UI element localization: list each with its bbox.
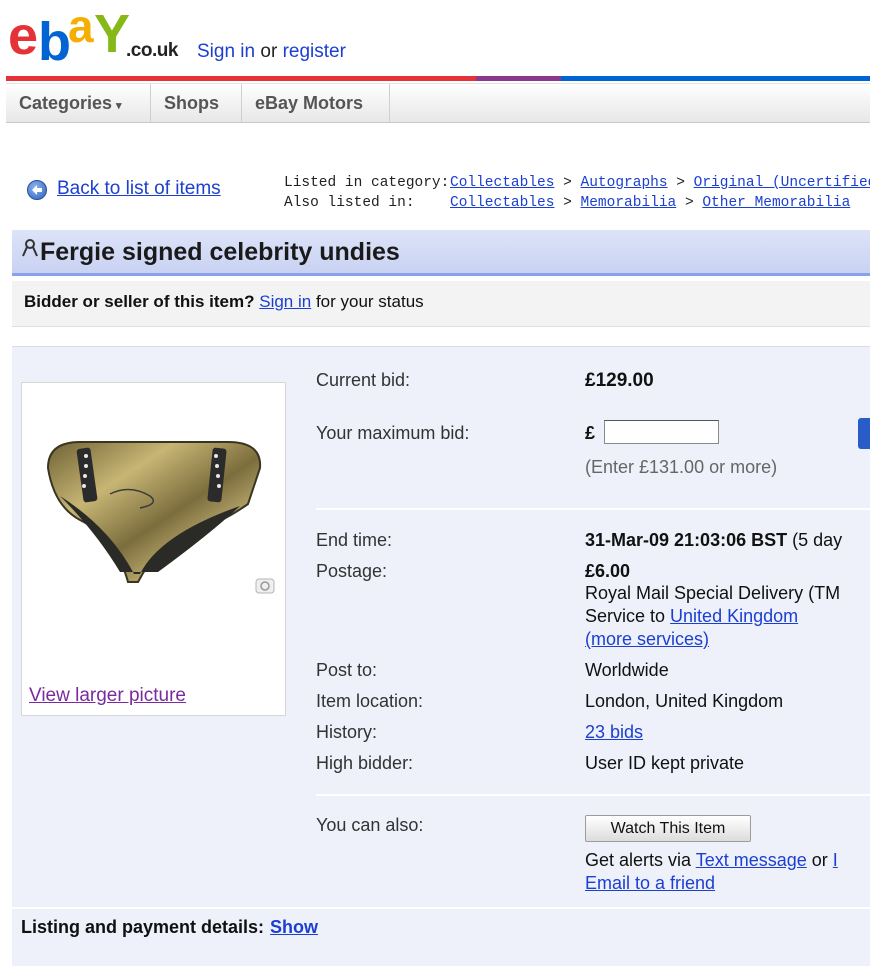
location-label: Item location: (316, 691, 424, 711)
breadcrumb-link[interactable]: Collectables (450, 195, 554, 211)
text-message-link[interactable]: Text message (696, 850, 807, 870)
back-arrow-icon[interactable] (27, 180, 47, 200)
view-larger-picture-link[interactable]: View larger picture (29, 685, 186, 707)
time-remaining: (5 day (792, 530, 843, 550)
svg-text:a: a (68, 4, 94, 52)
register-link[interactable]: register (283, 41, 346, 62)
location-value: London, United Kingdom (585, 691, 784, 711)
nav-bar: Categories ▾ Shops eBay Motors (6, 83, 870, 123)
bidder-question: Bidder or seller of this item? (24, 292, 255, 311)
breadcrumb-link[interactable]: Autographs (581, 175, 668, 191)
ebay-logo[interactable]: e b a Y (8, 4, 130, 66)
listing-payment-details: Listing and payment details: Show (21, 917, 318, 938)
ribbon-icon (21, 238, 39, 263)
alerts-prefix: Get alerts via (585, 850, 696, 870)
listing-details-label: Listing and payment details: (21, 917, 265, 937)
brand-stripe (6, 76, 870, 81)
svg-text:Y: Y (94, 4, 130, 64)
breadcrumb-separator: > (563, 175, 572, 191)
sign-in-link[interactable]: Sign in (197, 41, 255, 62)
divider (12, 907, 870, 909)
divider (316, 508, 870, 510)
end-time-label: End time: (316, 530, 393, 550)
breadcrumb-link[interactable]: Original (Uncertified (694, 175, 870, 191)
post-to-label: Post to: (316, 660, 378, 680)
more-services-link[interactable]: (more services) (585, 629, 709, 650)
place-bid-button[interactable] (858, 418, 870, 449)
chevron-down-icon: ▾ (116, 100, 122, 112)
high-bidder-label: High bidder: (316, 753, 414, 773)
bid-hint: (Enter £131.00 or more) (585, 457, 778, 477)
postage-label: Postage: (316, 561, 388, 581)
postage-price: £6.00 (585, 561, 631, 581)
breadcrumb-separator: > (676, 175, 685, 191)
listed-in-row: Listed in category:Collectables > Autogr… (284, 173, 870, 193)
im-link[interactable]: I (833, 850, 838, 870)
or-text: or (255, 41, 283, 62)
listed-in-label: Listed in category: (284, 175, 450, 191)
alerts-line: Get alerts via Text message or I (585, 850, 838, 871)
currency-symbol: £ (585, 423, 596, 443)
service-to: Service to United Kingdom (585, 606, 798, 627)
watch-item-button[interactable]: Watch This Item (585, 815, 751, 842)
breadcrumb-separator: > (563, 195, 572, 211)
breadcrumb-link[interactable]: Other Memorabilia (702, 195, 850, 211)
end-time-value: 31-Mar-09 21:03:06 BST (5 day (585, 530, 842, 551)
history-label: History: (316, 722, 378, 742)
tab-categories[interactable]: Categories ▾ (6, 84, 151, 122)
tab-shops[interactable]: Shops (151, 84, 242, 122)
status-sign-in-link[interactable]: Sign in (259, 292, 311, 311)
max-bid-label: Your maximum bid: (316, 423, 470, 443)
back-to-list-link[interactable]: Back to list of items (57, 178, 221, 200)
postage-service: Royal Mail Special Delivery (TM (585, 583, 841, 603)
end-time-date: 31-Mar-09 21:03:06 BST (585, 530, 788, 550)
breadcrumb-link[interactable]: Collectables (450, 175, 554, 191)
max-bid-input[interactable] (604, 420, 719, 444)
bidder-status: Bidder or seller of this item? Sign in f… (24, 292, 424, 312)
tab-ebay-motors[interactable]: eBay Motors (242, 84, 390, 122)
zoom-icon[interactable] (255, 576, 277, 601)
sign-in-register: Sign in or register (197, 41, 346, 63)
email-friend-link[interactable]: Email to a friend (585, 873, 715, 894)
category-info: Listed in category:Collectables > Autogr… (284, 173, 870, 213)
product-image[interactable] (40, 434, 270, 589)
current-bid-value: £129.00 (585, 370, 654, 391)
service-to-link[interactable]: United Kingdom (670, 606, 798, 626)
status-suffix: for your status (315, 292, 424, 311)
high-bidder-value: User ID kept private (585, 753, 745, 773)
breadcrumb-separator: > (684, 195, 694, 211)
you-can-also-label: You can also: (316, 815, 424, 835)
current-bid-label: Current bid: (316, 370, 411, 390)
also-listed-row: Also listed in: Collectables > Memorabili… (284, 193, 870, 213)
svg-text:e: e (8, 6, 37, 66)
breadcrumb-link[interactable]: Memorabilia (581, 195, 677, 211)
svg-text:b: b (38, 12, 69, 66)
post-to-value: Worldwide (585, 660, 669, 680)
show-details-link[interactable]: Show (270, 917, 318, 937)
bid-history-link[interactable]: 23 bids (585, 722, 643, 743)
divider (316, 794, 870, 796)
alerts-or: or (806, 850, 833, 870)
service-to-prefix: Service to (585, 606, 671, 626)
also-listed-label: Also listed in: (284, 195, 415, 211)
item-title: Fergie signed celebrity undies (40, 238, 400, 266)
site-domain: .co.uk (126, 40, 178, 61)
